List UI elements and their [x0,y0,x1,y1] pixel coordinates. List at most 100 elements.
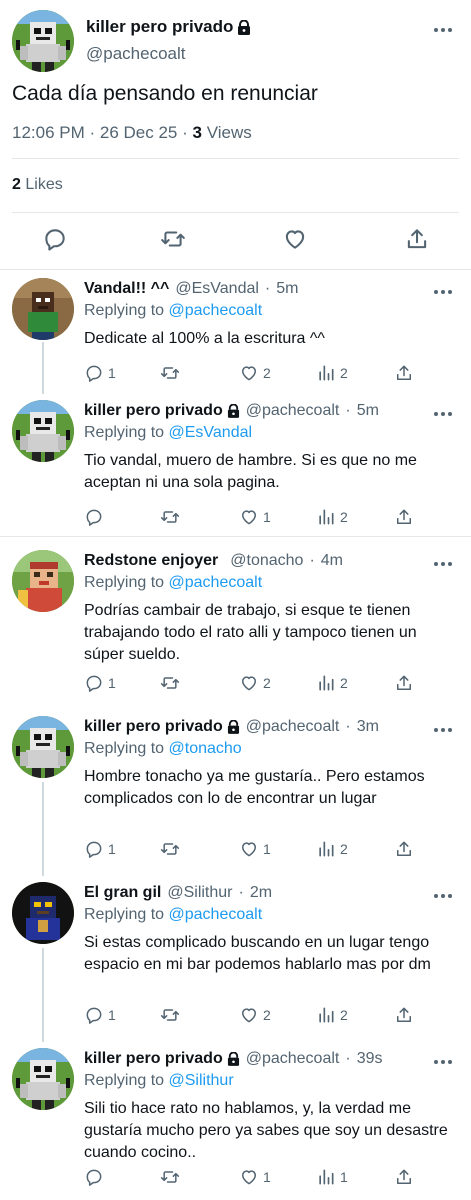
reply-time[interactable]: 4m [321,552,343,570]
views-action[interactable]: 2 [316,672,348,694]
retweet-icon [160,1167,180,1187]
retweet-action[interactable] [160,672,180,694]
like-action[interactable]: 2 [239,362,271,384]
retweet-icon[interactable] [160,226,186,252]
views-icon [316,1005,336,1025]
avatar[interactable] [12,400,74,462]
reply-time[interactable]: 39s [357,1050,383,1068]
thread-line [42,342,44,394]
heart-icon [239,1167,259,1187]
more-icon[interactable] [433,26,453,34]
reply-4[interactable]: El gran gil @Silithur · 2m Replying to @… [0,876,471,1036]
more-icon[interactable] [433,410,453,418]
retweet-action[interactable] [160,838,180,860]
avatar[interactable] [12,550,74,612]
retweet-action[interactable] [160,1004,180,1026]
reply-action[interactable]: 1 [84,1004,116,1026]
like-action[interactable]: 1 [239,506,271,528]
avatar[interactable] [12,278,74,340]
likes-summary[interactable]: 2 Likes [12,176,63,194]
mention-link[interactable]: @EsVandal [169,424,253,441]
reply-0[interactable]: Vandal!! ^^ @EsVandal · 5m Replying to @… [0,272,471,382]
author-name[interactable]: Redstone enjoyer [84,552,218,570]
like-action[interactable]: 2 [239,672,271,694]
share-action[interactable] [394,1004,414,1026]
author-handle[interactable]: @Silithur [167,884,232,902]
avatar[interactable] [12,1048,74,1110]
heart-icon[interactable] [282,226,308,252]
author-handle[interactable]: @pachecoalt [86,44,186,64]
replying-label: Replying to [84,302,165,319]
retweet-action[interactable] [160,506,180,528]
more-icon[interactable] [433,726,453,734]
share-icon [394,507,414,527]
mention-link[interactable]: @tonacho [169,740,242,757]
reply-1[interactable]: killer pero privado @pachecoalt · 5m Rep… [0,394,471,534]
share-action[interactable] [394,506,414,528]
meta-separator: · [345,402,351,419]
replying-label: Replying to [84,906,165,923]
author-name[interactable]: killer pero privado [84,1050,223,1068]
share-action[interactable] [394,838,414,860]
like-action[interactable]: 1 [239,838,271,860]
author-name[interactable]: killer pero privado [84,718,223,736]
share-action[interactable] [394,1166,414,1188]
reply-header: El gran gil @Silithur · 2m [84,884,272,902]
views-action[interactable]: 2 [316,506,348,528]
reply-action[interactable] [84,1166,108,1188]
share-action[interactable] [394,362,414,384]
reply-3[interactable]: killer pero privado @pachecoalt · 3m Rep… [0,710,471,870]
mention-link[interactable]: @Silithur [169,1072,234,1089]
views-action[interactable]: 2 [316,838,348,860]
author-handle[interactable]: @pachecoalt [246,402,340,420]
more-icon[interactable] [433,288,453,296]
like-action[interactable]: 1 [239,1166,271,1188]
tweet-text: Cada día pensando en renunciar [12,82,318,105]
author-handle[interactable]: @EsVandal [175,280,259,298]
author-handle[interactable]: @pachecoalt [246,718,340,736]
reply-2[interactable]: Redstone enjoyer @tonacho · 4m Replying … [0,544,471,704]
like-count: 2 [263,675,271,691]
views-count: 2 [340,365,348,381]
mention-link[interactable]: @pachecoalt [169,302,263,319]
author-handle[interactable]: @pachecoalt [246,1050,340,1068]
avatar[interactable] [12,10,74,72]
meta-separator: · [89,123,100,142]
reply-time[interactable]: 5m [276,280,298,298]
views-action[interactable]: 2 [316,1004,348,1026]
views-action[interactable]: 1 [316,1166,348,1188]
mention-link[interactable]: @pachecoalt [169,574,263,591]
mention-link[interactable]: @pachecoalt [169,906,263,923]
more-icon[interactable] [433,560,453,568]
avatar[interactable] [12,882,74,944]
reply-action[interactable]: 1 [84,362,116,384]
reply-action[interactable]: 1 [84,672,116,694]
tweet-time[interactable]: 12:06 PM [12,123,85,142]
share-icon[interactable] [404,226,430,252]
reply-time[interactable]: 3m [357,718,379,736]
more-icon[interactable] [433,892,453,900]
author-name[interactable]: El gran gil [84,884,161,902]
avatar[interactable] [12,716,74,778]
retweet-action[interactable] [160,1166,180,1188]
share-action[interactable] [394,672,414,694]
reply-icon[interactable] [42,226,68,252]
reply-time[interactable]: 5m [357,402,379,420]
reply-action[interactable]: 1 [84,838,116,860]
author-handle[interactable]: @tonacho [230,552,303,570]
author-name[interactable]: killer pero privado [84,402,223,420]
reply-header: killer pero privado @pachecoalt · 5m [84,402,379,420]
reply-time[interactable]: 2m [250,884,272,902]
more-icon[interactable] [433,1058,453,1066]
reply-action[interactable] [84,506,108,528]
heart-icon [239,363,259,383]
like-action[interactable]: 2 [239,1004,271,1026]
tweet-date[interactable]: 26 Dec 25 [100,123,178,142]
views-icon [316,673,336,693]
author-name[interactable]: killer pero privado [86,17,233,37]
retweet-action[interactable] [160,362,180,384]
views-action[interactable]: 2 [316,362,348,384]
reply-5[interactable]: killer pero privado @pachecoalt · 39s Re… [0,1042,471,1200]
replying-label: Replying to [84,574,165,591]
author-name[interactable]: Vandal!! ^^ [84,280,169,298]
